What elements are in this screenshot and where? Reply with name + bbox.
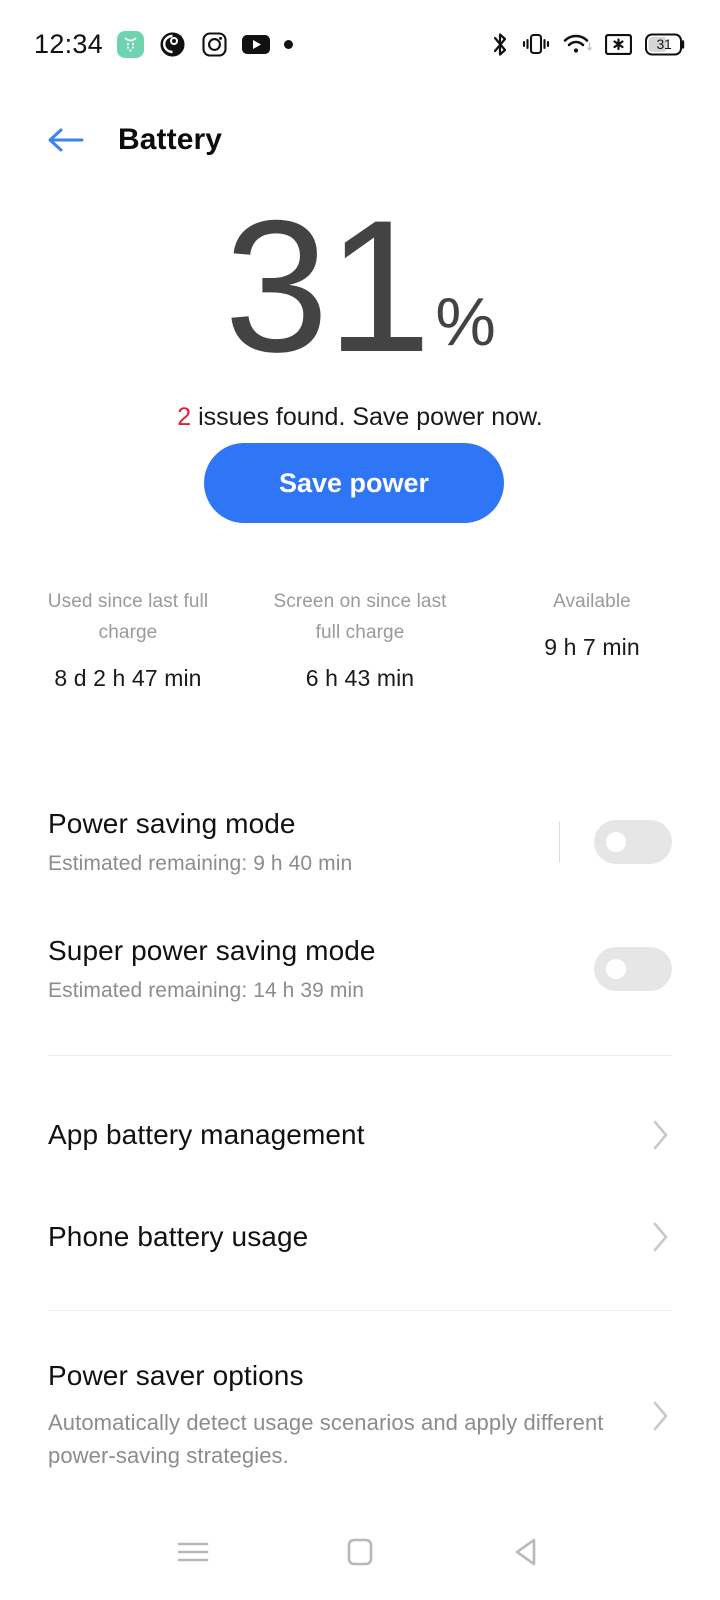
- vertical-divider: [559, 821, 560, 863]
- issues-text: issues found. Save power now.: [191, 403, 543, 431]
- nav-title: Phone battery usage: [48, 1221, 309, 1252]
- stat-label: Available: [553, 591, 631, 612]
- instagram-icon: [200, 30, 228, 58]
- back-triangle-icon: [512, 1536, 542, 1568]
- row-subtitle: Automatically detect usage scenarios and…: [48, 1410, 604, 1468]
- stat-value: 8 d 2 h 47 min: [54, 665, 202, 691]
- battery-percentage-display: 31 %: [0, 181, 720, 391]
- recents-button[interactable]: [158, 1517, 228, 1587]
- battery-level-text: 31: [656, 35, 672, 52]
- section-divider: [48, 1310, 672, 1311]
- row-subtitle: Estimated remaining: 9 h 40 min: [48, 852, 353, 875]
- row-title: Power saver options: [48, 1360, 304, 1391]
- notification-dot: [284, 39, 294, 49]
- power-saving-mode-row[interactable]: Power saving mode Estimated remaining: 9…: [0, 788, 720, 896]
- status-bar-clock: 12:34: [34, 28, 104, 59]
- chevron-right-icon: [650, 1218, 672, 1256]
- home-square-icon: [345, 1537, 375, 1567]
- super-power-saving-mode-row[interactable]: Super power saving mode Estimated remain…: [0, 915, 720, 1023]
- battery-icon: 31: [645, 33, 686, 56]
- power-saver-options-row[interactable]: Power saver options Automatically detect…: [0, 1360, 720, 1472]
- row-title: Super power saving mode: [48, 935, 376, 966]
- status-bar-left: 12:34: [34, 28, 294, 60]
- stat-used-since-charge: Used since last full charge 8 d 2 h 47 m…: [0, 586, 256, 692]
- back-button-nav[interactable]: [492, 1517, 562, 1587]
- stat-value: 9 h 7 min: [544, 634, 640, 660]
- youtube-icon: [242, 30, 271, 58]
- row-text: Super power saving mode Estimated remain…: [48, 935, 594, 1003]
- issues-count: 2: [177, 403, 192, 431]
- row-subtitle: Estimated remaining: 14 h 39 min: [48, 979, 365, 1002]
- power-saving-mode-toggle[interactable]: [594, 820, 672, 864]
- wifi-icon: [563, 32, 592, 56]
- menu-icon: [175, 1538, 211, 1566]
- battery-percentage-number: 31: [224, 181, 431, 391]
- chevron-right-icon: [650, 1116, 672, 1154]
- toggle-knob: [600, 953, 632, 985]
- owl-app-icon: [158, 30, 186, 58]
- status-bar-right: 31: [491, 31, 686, 58]
- row-title: Power saving mode: [48, 808, 296, 839]
- screenshot-icon: [605, 33, 632, 55]
- save-power-button[interactable]: Save power: [204, 443, 504, 523]
- super-power-saving-mode-toggle[interactable]: [594, 947, 672, 991]
- stat-screen-on-since-charge: Screen on since last full charge 6 h 43 …: [256, 586, 464, 692]
- stat-label: Screen on since last full charge: [273, 591, 447, 643]
- app-battery-management-row[interactable]: App battery management: [0, 1100, 720, 1170]
- page-header: Battery: [0, 104, 720, 176]
- stat-label: Used since last full charge: [47, 591, 209, 643]
- phone-battery-usage-row[interactable]: Phone battery usage: [0, 1202, 720, 1272]
- toggle-knob: [600, 826, 632, 858]
- issues-message: 2 issues found. Save power now.: [0, 403, 720, 432]
- system-navigation-bar: [0, 1504, 720, 1600]
- row-text: Power saving mode Estimated remaining: 9…: [48, 808, 559, 876]
- green-app-icon: [117, 30, 145, 58]
- home-button[interactable]: [325, 1517, 395, 1587]
- percent-sign: %: [435, 283, 496, 360]
- stat-value: 6 h 43 min: [305, 665, 415, 691]
- bluetooth-icon: [491, 31, 509, 58]
- battery-stats-row: Used since last full charge 8 d 2 h 47 m…: [0, 586, 720, 692]
- vibrate-icon: [522, 31, 550, 57]
- battery-settings-screen: 12:34 31 Battery 31 % 2 issues found. Sa…: [0, 0, 720, 1600]
- back-button[interactable]: [38, 112, 94, 168]
- status-bar: 12:34 31: [0, 0, 720, 88]
- page-title: Battery: [118, 123, 223, 156]
- section-divider: [48, 1055, 672, 1056]
- arrow-left-icon: [46, 126, 86, 154]
- stat-available: Available 9 h 7 min: [464, 586, 720, 692]
- nav-title: App battery management: [48, 1119, 365, 1150]
- row-text: Power saver options Automatically detect…: [48, 1360, 650, 1472]
- chevron-right-icon: [650, 1397, 672, 1435]
